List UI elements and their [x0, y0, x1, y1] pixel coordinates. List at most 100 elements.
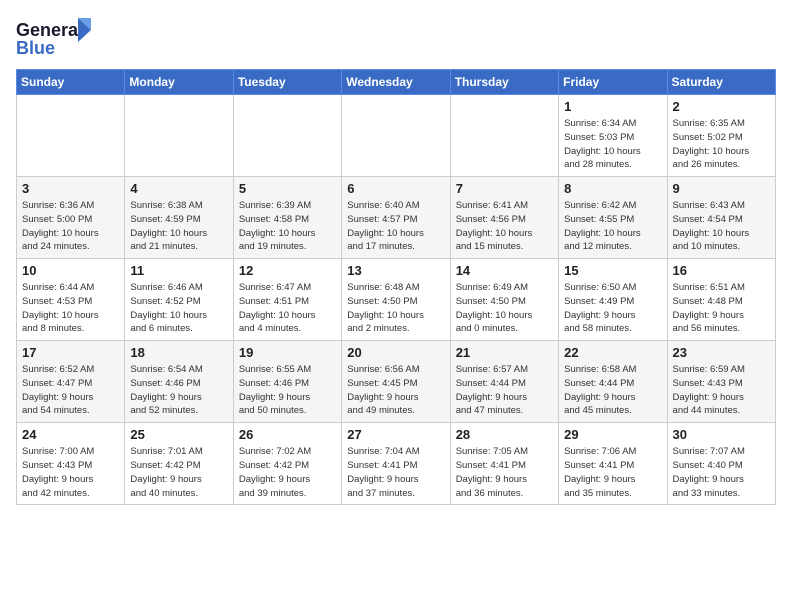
calendar-day: 7Sunrise: 6:41 AM Sunset: 4:56 PM Daylig… [450, 177, 558, 259]
calendar-day: 14 Sunrise: 6:49 AM Sunset: 4:50 PM Dayli… [450, 259, 558, 341]
calendar-day: 18 Sunrise: 6:54 AM Sunset: 4:46 PM Dayli… [125, 341, 233, 423]
calendar-day: 26 Sunrise: 7:02 AM Sunset: 4:42 PM Dayli… [233, 423, 341, 505]
calendar-day: 10Sunrise: 6:44 AM Sunset: 4:53 PM Dayli… [17, 259, 125, 341]
day-number: 30 [673, 427, 770, 442]
day-info: Sunrise: 6:35 AM Sunset: 5:02 PM Dayligh… [673, 117, 770, 172]
day-number: 6 [347, 181, 444, 196]
day-info: Sunrise: 6:50 AM Sunset: 4:49 PM Dayligh… [564, 281, 661, 336]
day-number: 10 [22, 263, 119, 278]
weekday-header: Friday [559, 70, 667, 95]
day-number: 12 [239, 263, 336, 278]
day-number: 4 [130, 181, 227, 196]
day-number: 7 [456, 181, 553, 196]
calendar-day: 21 Sunrise: 6:57 AM Sunset: 4:44 PM Dayli… [450, 341, 558, 423]
day-number: 19 [239, 345, 336, 360]
day-number: 18 [130, 345, 227, 360]
day-number: 2 [673, 99, 770, 114]
calendar-day: 13 Sunrise: 6:48 AM Sunset: 4:50 PM Dayli… [342, 259, 450, 341]
logo-icon: GeneralBlue [16, 16, 96, 61]
day-number: 15 [564, 263, 661, 278]
calendar-day: 15 Sunrise: 6:50 AM Sunset: 4:49 PM Dayli… [559, 259, 667, 341]
calendar-week-row: 3 Sunrise: 6:36 AM Sunset: 5:00 PM Daylig… [17, 177, 776, 259]
day-info: Sunrise: 6:57 AM Sunset: 4:44 PM Dayligh… [456, 363, 553, 418]
weekday-header: Thursday [450, 70, 558, 95]
day-number: 3 [22, 181, 119, 196]
calendar-empty [233, 95, 341, 177]
day-info: Sunrise: 6:51 AM Sunset: 4:48 PM Dayligh… [673, 281, 770, 336]
calendar-week-row: 10Sunrise: 6:44 AM Sunset: 4:53 PM Dayli… [17, 259, 776, 341]
weekday-header: Monday [125, 70, 233, 95]
calendar-week-row: 17Sunrise: 6:52 AM Sunset: 4:47 PM Dayli… [17, 341, 776, 423]
day-info: Sunrise: 7:04 AM Sunset: 4:41 PM Dayligh… [347, 445, 444, 500]
day-info: Sunrise: 7:05 AM Sunset: 4:41 PM Dayligh… [456, 445, 553, 500]
calendar-day: 12 Sunrise: 6:47 AM Sunset: 4:51 PM Dayli… [233, 259, 341, 341]
day-number: 5 [239, 181, 336, 196]
day-info: Sunrise: 6:47 AM Sunset: 4:51 PM Dayligh… [239, 281, 336, 336]
calendar-day: 19 Sunrise: 6:55 AM Sunset: 4:46 PM Dayli… [233, 341, 341, 423]
day-number: 8 [564, 181, 661, 196]
day-info: Sunrise: 7:02 AM Sunset: 4:42 PM Dayligh… [239, 445, 336, 500]
day-number: 26 [239, 427, 336, 442]
day-number: 14 [456, 263, 553, 278]
day-info: Sunrise: 6:58 AM Sunset: 4:44 PM Dayligh… [564, 363, 661, 418]
day-info: Sunrise: 6:40 AM Sunset: 4:57 PM Dayligh… [347, 199, 444, 254]
calendar-day: 8 Sunrise: 6:42 AM Sunset: 4:55 PM Daylig… [559, 177, 667, 259]
day-number: 27 [347, 427, 444, 442]
day-number: 16 [673, 263, 770, 278]
day-number: 25 [130, 427, 227, 442]
day-info: Sunrise: 6:36 AM Sunset: 5:00 PM Dayligh… [22, 199, 119, 254]
day-info: Sunrise: 6:43 AM Sunset: 4:54 PM Dayligh… [673, 199, 770, 254]
day-info: Sunrise: 6:34 AM Sunset: 5:03 PM Dayligh… [564, 117, 661, 172]
day-number: 23 [673, 345, 770, 360]
day-info: Sunrise: 6:49 AM Sunset: 4:50 PM Dayligh… [456, 281, 553, 336]
calendar-day: 11 Sunrise: 6:46 AM Sunset: 4:52 PM Dayli… [125, 259, 233, 341]
day-info: Sunrise: 7:07 AM Sunset: 4:40 PM Dayligh… [673, 445, 770, 500]
calendar-day: 4Sunrise: 6:38 AM Sunset: 4:59 PM Daylig… [125, 177, 233, 259]
day-info: Sunrise: 7:00 AM Sunset: 4:43 PM Dayligh… [22, 445, 119, 500]
calendar-empty [125, 95, 233, 177]
day-number: 22 [564, 345, 661, 360]
day-number: 24 [22, 427, 119, 442]
calendar-day: 25 Sunrise: 7:01 AM Sunset: 4:42 PM Dayli… [125, 423, 233, 505]
day-number: 21 [456, 345, 553, 360]
day-number: 28 [456, 427, 553, 442]
day-info: Sunrise: 6:55 AM Sunset: 4:46 PM Dayligh… [239, 363, 336, 418]
calendar-week-row: 1 Sunrise: 6:34 AM Sunset: 5:03 PM Daylig… [17, 95, 776, 177]
day-info: Sunrise: 6:59 AM Sunset: 4:43 PM Dayligh… [673, 363, 770, 418]
day-number: 1 [564, 99, 661, 114]
weekday-header: Saturday [667, 70, 775, 95]
calendar-table: SundayMondayTuesdayWednesdayThursdayFrid… [16, 69, 776, 505]
weekday-header: Wednesday [342, 70, 450, 95]
day-info: Sunrise: 7:01 AM Sunset: 4:42 PM Dayligh… [130, 445, 227, 500]
calendar-day: 9Sunrise: 6:43 AM Sunset: 4:54 PM Daylig… [667, 177, 775, 259]
calendar-day: 24 Sunrise: 7:00 AM Sunset: 4:43 PM Dayli… [17, 423, 125, 505]
weekday-header: Sunday [17, 70, 125, 95]
calendar-empty [450, 95, 558, 177]
calendar-day: 28 Sunrise: 7:05 AM Sunset: 4:41 PM Dayli… [450, 423, 558, 505]
calendar-empty [342, 95, 450, 177]
day-info: Sunrise: 6:39 AM Sunset: 4:58 PM Dayligh… [239, 199, 336, 254]
svg-text:General: General [16, 20, 83, 40]
day-info: Sunrise: 6:42 AM Sunset: 4:55 PM Dayligh… [564, 199, 661, 254]
svg-text:Blue: Blue [16, 38, 55, 58]
day-info: Sunrise: 7:06 AM Sunset: 4:41 PM Dayligh… [564, 445, 661, 500]
calendar-day: 17Sunrise: 6:52 AM Sunset: 4:47 PM Dayli… [17, 341, 125, 423]
page-header: GeneralBlue [16, 16, 776, 61]
day-info: Sunrise: 6:46 AM Sunset: 4:52 PM Dayligh… [130, 281, 227, 336]
calendar-day: 27 Sunrise: 7:04 AM Sunset: 4:41 PM Dayli… [342, 423, 450, 505]
calendar-day: 6 Sunrise: 6:40 AM Sunset: 4:57 PM Daylig… [342, 177, 450, 259]
calendar-day: 30 Sunrise: 7:07 AM Sunset: 4:40 PM Dayli… [667, 423, 775, 505]
weekday-header-row: SundayMondayTuesdayWednesdayThursdayFrid… [17, 70, 776, 95]
calendar-empty [17, 95, 125, 177]
calendar-week-row: 24 Sunrise: 7:00 AM Sunset: 4:43 PM Dayli… [17, 423, 776, 505]
day-info: Sunrise: 6:48 AM Sunset: 4:50 PM Dayligh… [347, 281, 444, 336]
weekday-header: Tuesday [233, 70, 341, 95]
calendar-day: 22 Sunrise: 6:58 AM Sunset: 4:44 PM Dayli… [559, 341, 667, 423]
calendar-day: 20Sunrise: 6:56 AM Sunset: 4:45 PM Dayli… [342, 341, 450, 423]
day-info: Sunrise: 6:54 AM Sunset: 4:46 PM Dayligh… [130, 363, 227, 418]
day-number: 17 [22, 345, 119, 360]
day-number: 13 [347, 263, 444, 278]
day-number: 29 [564, 427, 661, 442]
day-number: 11 [130, 263, 227, 278]
logo: GeneralBlue [16, 16, 96, 61]
